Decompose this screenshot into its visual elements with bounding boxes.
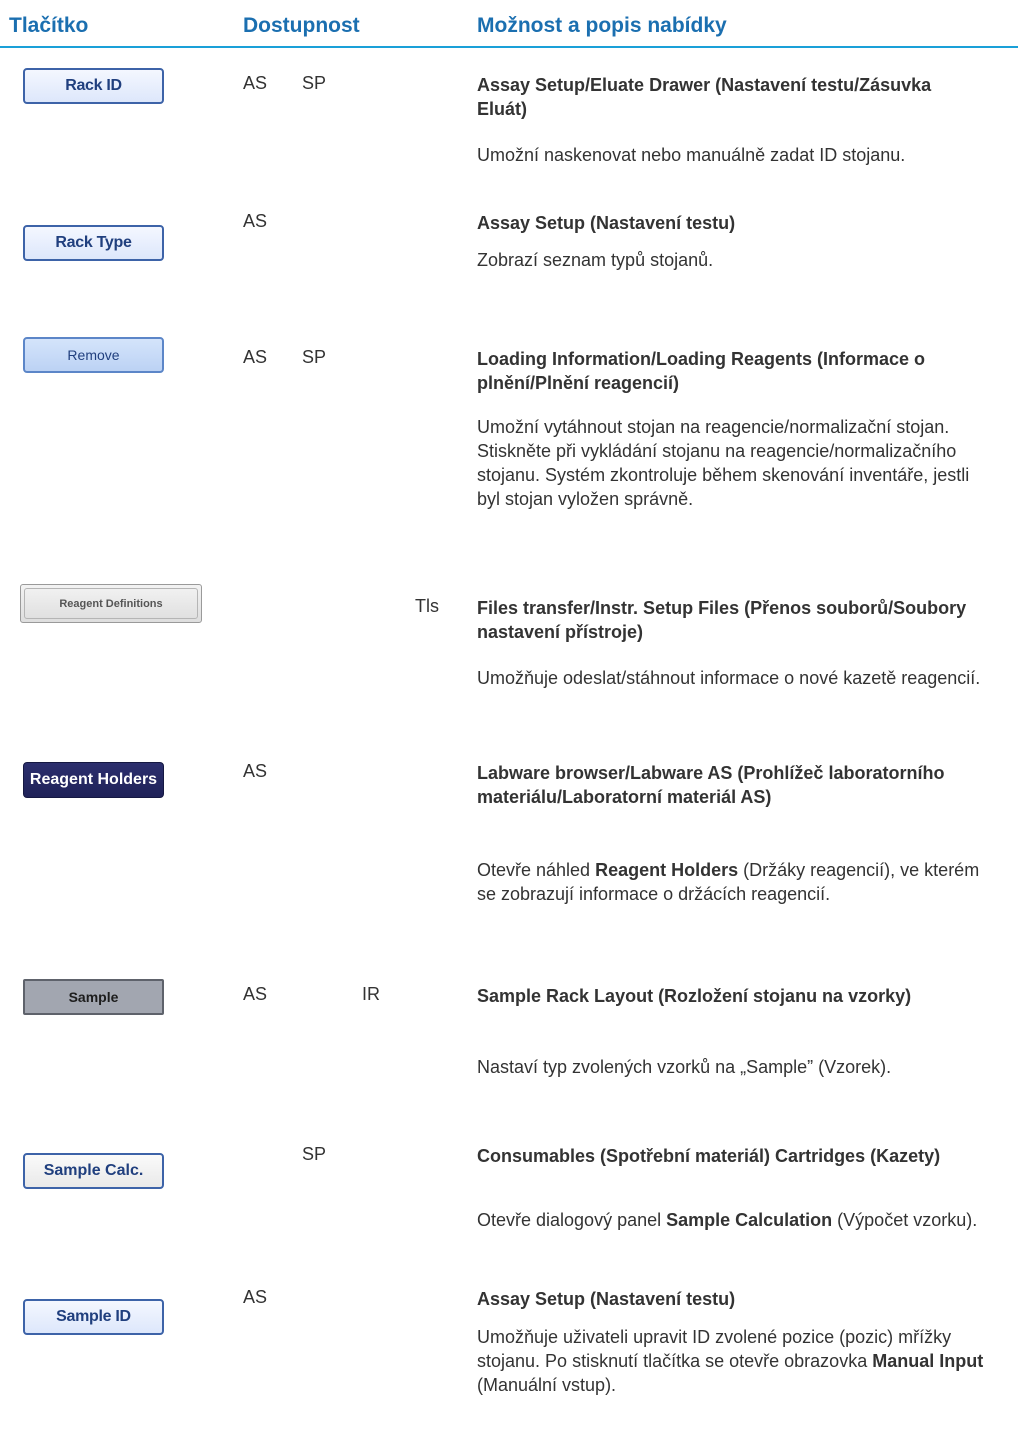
option-description: Umožňuje odeslat/stáhnout informace o no… xyxy=(477,668,981,688)
button-label: Reagent Definitions xyxy=(59,597,163,610)
sample-id-button[interactable]: Sample ID xyxy=(23,1299,164,1335)
availability-as: AS xyxy=(243,1287,268,1307)
bold-term: Reagent Holders xyxy=(595,860,739,880)
option-description: Otevře náhled Reagent Holders (Držáky re… xyxy=(477,860,980,904)
availability-as: AS xyxy=(243,73,268,93)
header-button-column: Tlačítko xyxy=(9,14,89,37)
rack-id-button[interactable]: Rack ID xyxy=(23,68,164,104)
availability-as: AS xyxy=(243,347,268,367)
rack-type-button[interactable]: Rack Type xyxy=(23,225,164,261)
option-description: Umožní vytáhnout stojan na reagencie/nor… xyxy=(477,417,970,509)
menu-option: Assay Setup (Nastavení testu) xyxy=(477,1289,736,1309)
remove-button[interactable]: Remove xyxy=(23,337,164,373)
availability-as: AS xyxy=(243,211,268,231)
reagent-definitions-button[interactable]: Reagent Definitions xyxy=(20,584,202,623)
menu-option: Assay Setup/Eluate Drawer (Nastavení tes… xyxy=(477,75,932,119)
availability-ir: IR xyxy=(362,984,380,1004)
table-header: Tlačítko Dostupnost Možnost a popis nabí… xyxy=(0,0,1018,48)
availability-sp: SP xyxy=(302,347,327,367)
availability-tls: Tls xyxy=(415,596,439,616)
option-description: Nastaví typ zvolených vzorků na „Sample”… xyxy=(477,1057,892,1077)
header-menu-column: Možnost a popis nabídky xyxy=(477,14,727,37)
option-description: Umožňuje uživateli upravit ID zvolené po… xyxy=(477,1327,984,1395)
bold-term: Sample Calculation xyxy=(666,1210,833,1230)
availability-sp: SP xyxy=(302,1144,327,1164)
option-description: Umožní naskenovat nebo manuálně zadat ID… xyxy=(477,145,906,165)
menu-option: Consumables (Spotřební materiál) Cartrid… xyxy=(477,1146,941,1166)
availability-sp: SP xyxy=(302,73,327,93)
availability-as: AS xyxy=(243,984,268,1004)
option-description: Zobrazí seznam typů stojanů. xyxy=(477,250,714,270)
menu-option: Assay Setup (Nastavení testu) xyxy=(477,213,736,233)
option-description: Otevře dialogový panel Sample Calculatio… xyxy=(477,1210,978,1230)
menu-option: Labware browser/Labware AS (Prohlížeč la… xyxy=(477,763,945,807)
menu-option: Files transfer/Instr. Setup Files (Přeno… xyxy=(477,598,967,642)
sample-button[interactable]: Sample xyxy=(23,979,164,1015)
reagent-holders-button[interactable]: Reagent Holders xyxy=(23,762,164,798)
menu-option: Sample Rack Layout (Rozložení stojanu na… xyxy=(477,986,912,1006)
sample-calc-button[interactable]: Sample Calc. xyxy=(23,1153,164,1189)
header-availability-column: Dostupnost xyxy=(243,14,360,37)
availability-as: AS xyxy=(243,761,268,781)
bold-term: Manual Input xyxy=(872,1351,984,1371)
menu-option: Loading Information/Loading Reagents (In… xyxy=(477,349,926,393)
